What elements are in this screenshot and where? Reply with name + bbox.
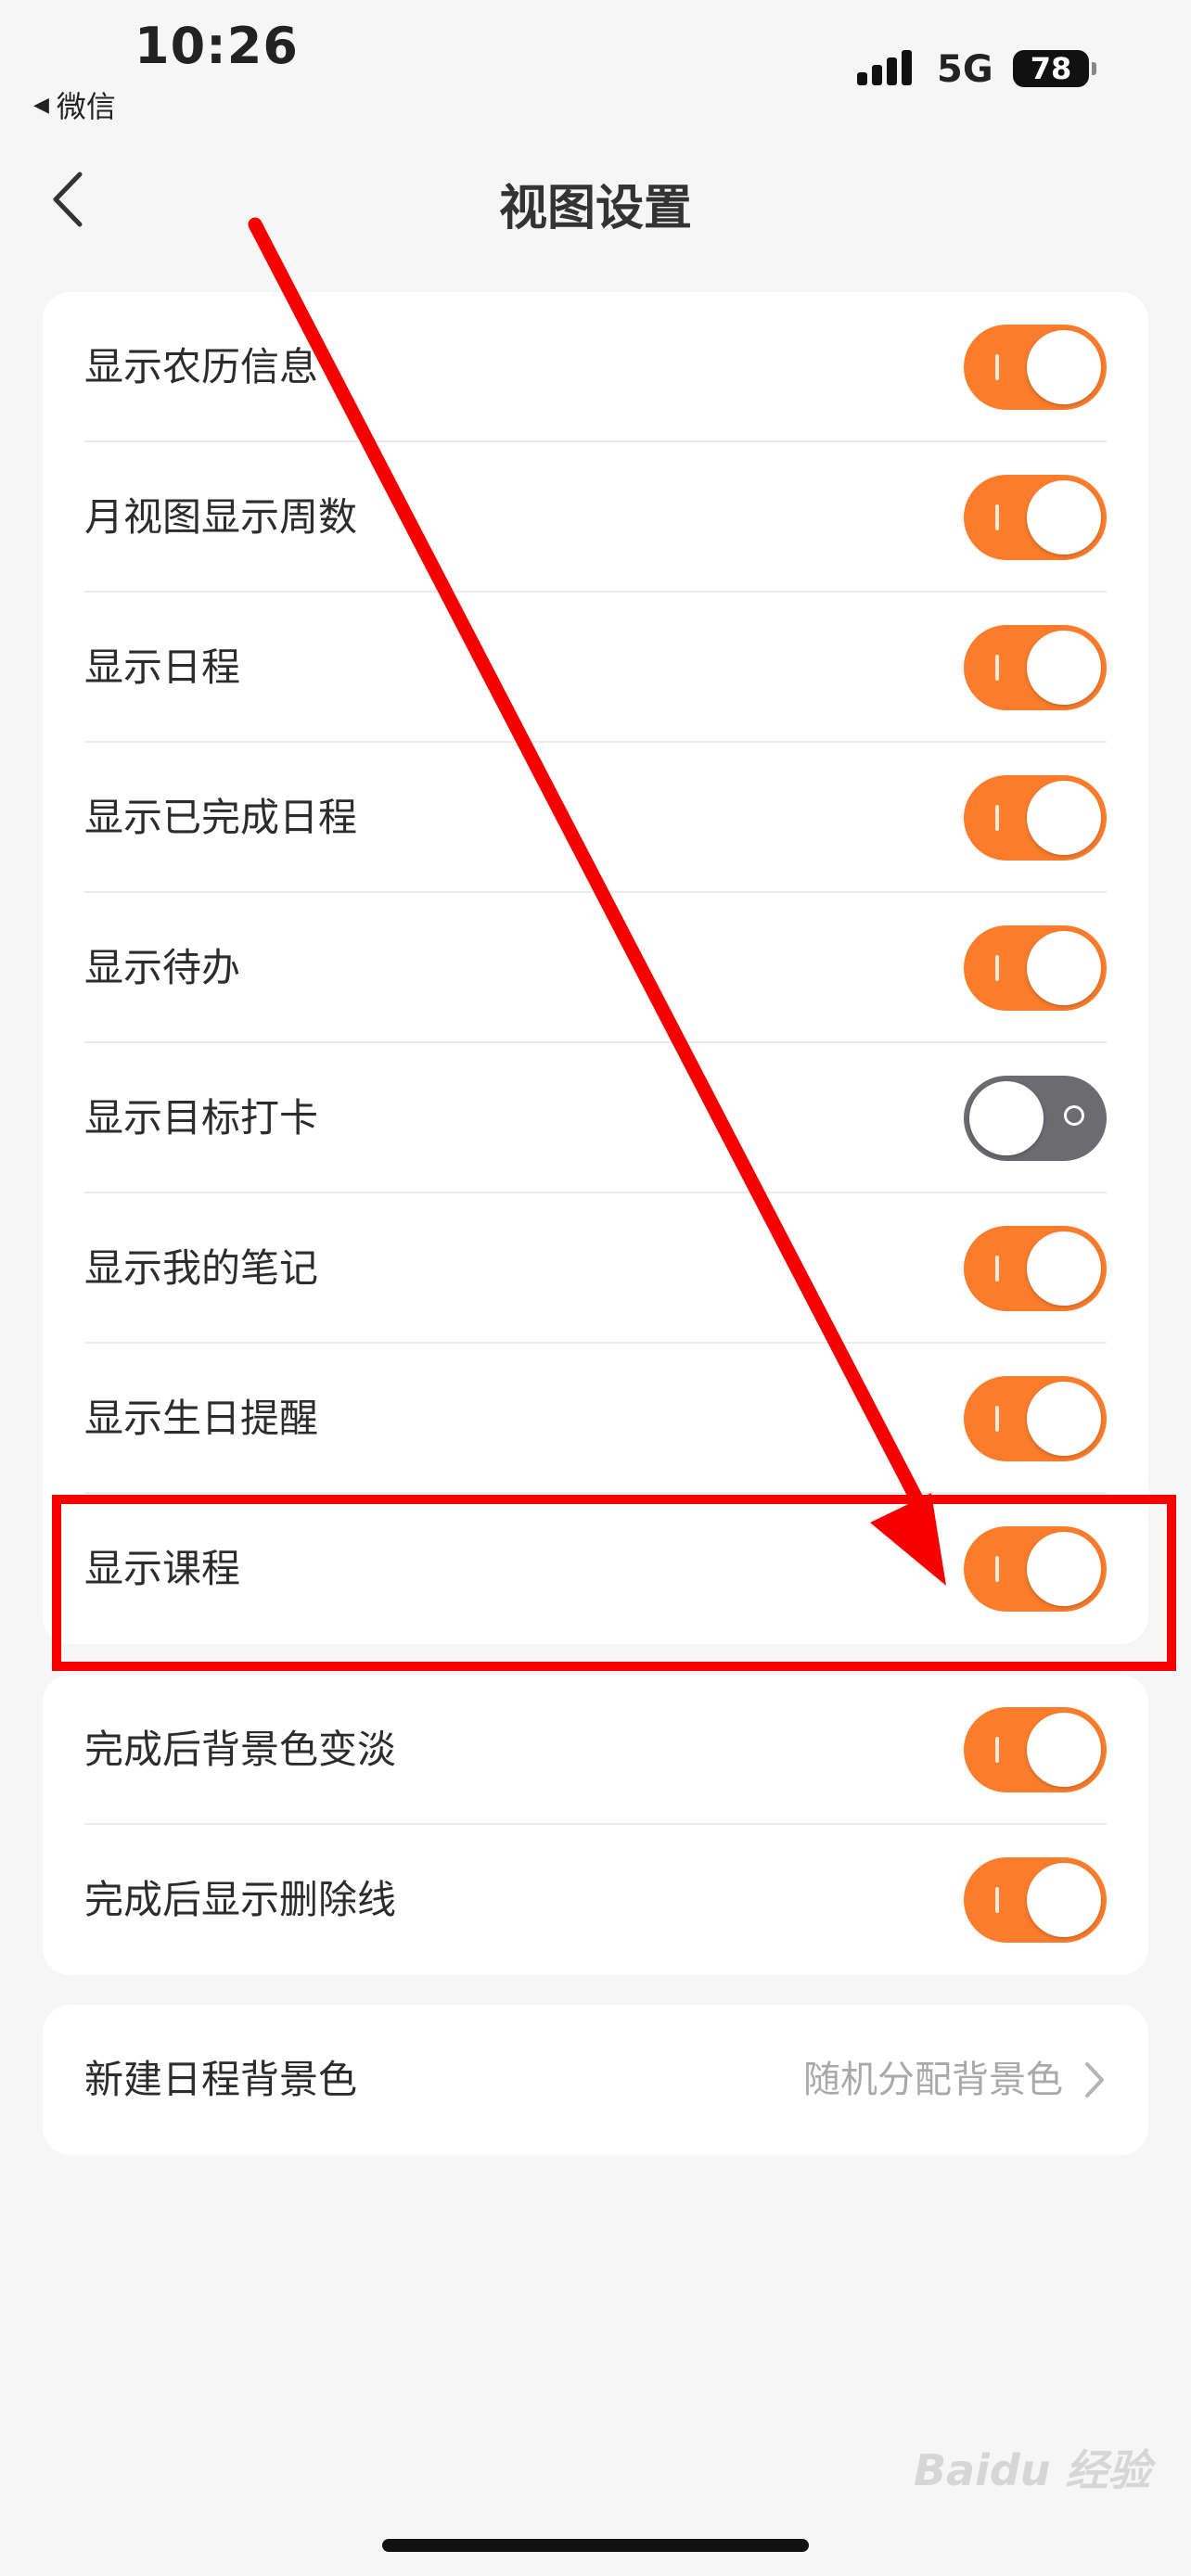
birthday-toggle-switch[interactable] [964,1376,1107,1461]
completed-schedule-toggle-switch[interactable] [964,775,1107,861]
display-toggles-card: 显示农历信息 月视图显示周数 显示日程 显示已完成日程 显示待办 显示目标打卡 … [43,292,1148,1644]
page-title: 视图设置 [498,181,692,236]
schedule-toggle-switch[interactable] [964,625,1107,710]
toggle-label: 显示农历信息 [84,344,319,389]
toggle-label: 月视图显示周数 [84,494,358,540]
goal-checkin-toggle-switch[interactable] [964,1076,1107,1161]
completion-toggles-card: 完成后背景色变淡 完成后显示删除线 [43,1675,1148,1975]
toggle-label: 显示已完成日程 [84,795,358,840]
toggle-row-birthday: 显示生日提醒 [43,1344,1148,1494]
background-color-label: 新建日程背景色 [84,2057,358,2102]
notes-toggle-switch[interactable] [964,1226,1107,1311]
fade-completed-toggle-switch[interactable] [964,1707,1107,1792]
toggle-row-lunar: 显示农历信息 [43,292,1148,442]
toggle-label: 显示日程 [84,644,241,690]
back-app-label: 微信 [56,89,116,124]
navigation-bar: 视图设置 [0,148,1191,250]
signal-strength-icon [857,50,912,85]
background-color-value: 随机分配背景色 [803,2059,1063,2101]
network-type: 5G [937,48,993,91]
todo-toggle-switch[interactable] [964,925,1107,1011]
toggle-row-week-number: 月视图显示周数 [43,442,1148,593]
week-number-toggle-switch[interactable] [964,475,1107,560]
toggle-row-strikethrough: 完成后显示删除线 [43,1825,1148,1975]
toggle-row-notes: 显示我的笔记 [43,1193,1148,1344]
lunar-toggle-switch[interactable] [964,325,1107,410]
background-color-card: 新建日程背景色 随机分配背景色 [43,2005,1148,2155]
strikethrough-toggle-switch[interactable] [964,1857,1107,1943]
toggle-row-schedule: 显示日程 [43,593,1148,743]
toggle-row-todo: 显示待办 [43,893,1148,1043]
back-to-app-link[interactable]: ◀ 微信 [33,83,116,126]
chevron-right-icon [1085,2062,1104,2098]
battery-icon: 78 [1013,50,1096,87]
toggle-label: 完成后背景色变淡 [84,1727,397,1772]
toggle-label: 显示待办 [84,945,241,990]
back-triangle-icon: ◀ [33,93,49,117]
home-indicator[interactable] [382,2539,809,2552]
baidu-watermark: Baidu 经验 [914,2445,1151,2495]
toggle-label: 显示我的笔记 [84,1245,319,1291]
status-bar: 10:26 ◀ 微信 5G 78 [0,0,1191,130]
toggle-row-completed-schedule: 显示已完成日程 [43,743,1148,893]
status-time: 10:26 [134,17,299,75]
toggle-row-fade-completed: 完成后背景色变淡 [43,1675,1148,1825]
battery-level: 78 [1030,51,1072,86]
background-color-row[interactable]: 新建日程背景色 随机分配背景色 [43,2005,1148,2155]
toggle-label: 显示目标打卡 [84,1095,319,1141]
toggle-label: 显示生日提醒 [84,1396,319,1441]
toggle-label: 完成后显示删除线 [84,1877,397,1922]
toggle-row-goal-checkin: 显示目标打卡 [43,1043,1148,1193]
annotation-highlight-box [52,1495,1176,1671]
